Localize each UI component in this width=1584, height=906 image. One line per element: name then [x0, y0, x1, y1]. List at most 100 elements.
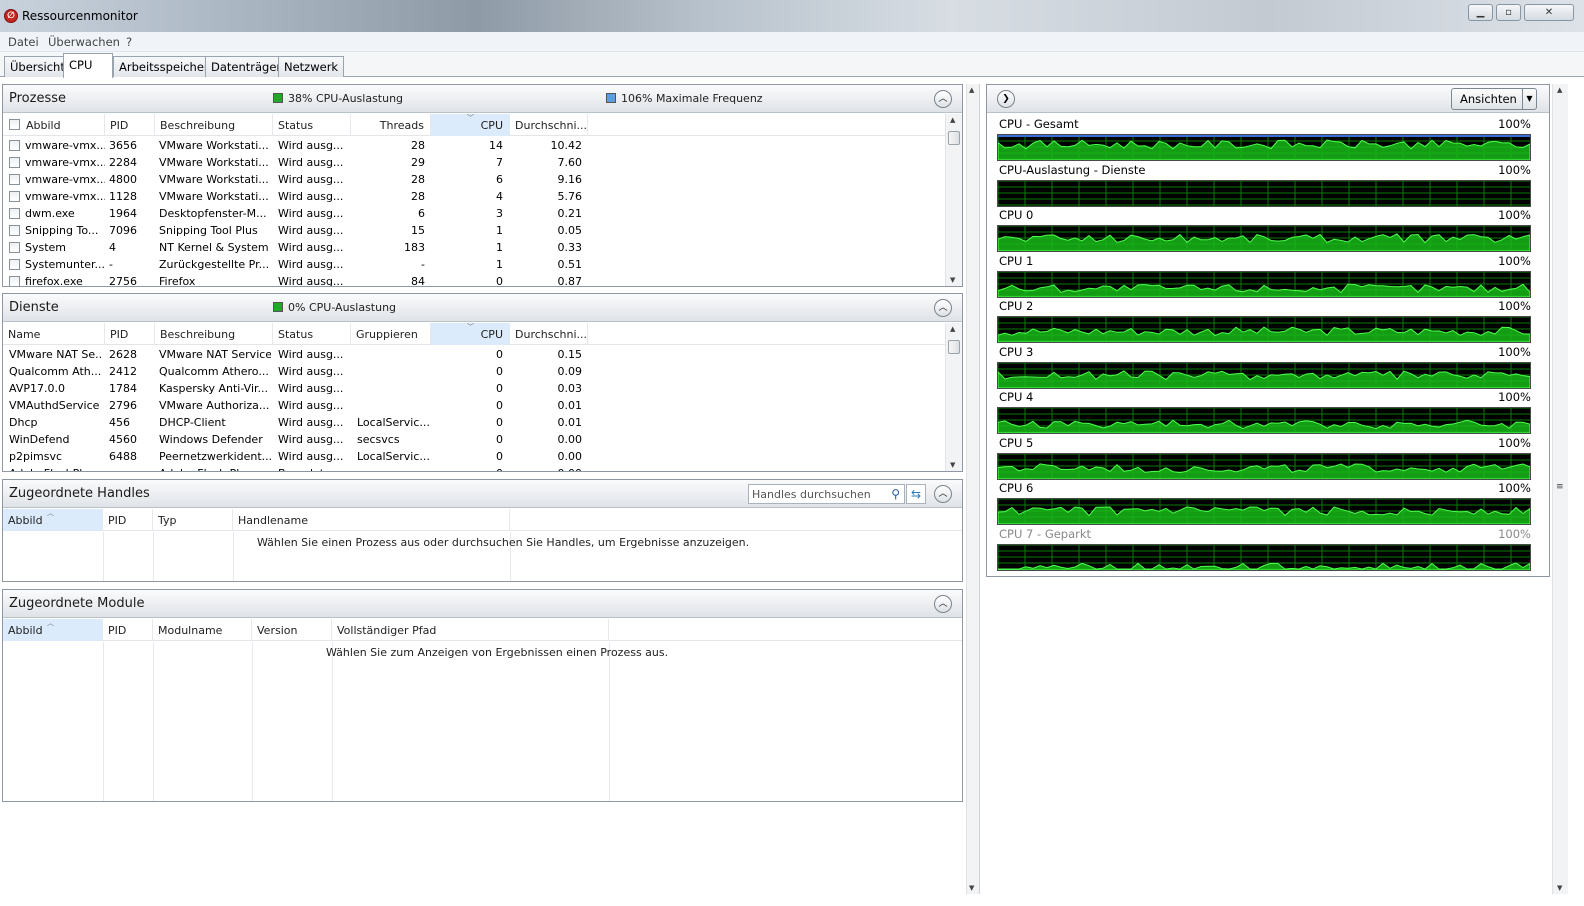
scroll-down-icon[interactable]: ▼	[1557, 884, 1562, 892]
row-checkbox[interactable]	[9, 259, 20, 270]
column-durchschnitt[interactable]: Durchschni...	[510, 323, 588, 345]
row-checkbox[interactable]	[9, 157, 20, 168]
chevron-right-icon[interactable]: ❯	[997, 90, 1015, 108]
close-button[interactable]: ✕	[1524, 4, 1574, 21]
tab-uebersicht[interactable]: Übersicht	[4, 56, 71, 77]
column-beschreibung[interactable]: Beschreibung	[155, 114, 273, 136]
column-abbild[interactable]: ︿ Abbild	[3, 619, 103, 641]
process-row[interactable]: Systemunter... - Zurückgestellte Pr... Wird…	[3, 256, 943, 273]
handles-header[interactable]: Zugeordnete Handles Handles durchsuchen …	[3, 480, 962, 508]
services-scrollbar[interactable]: ▲ ▼	[945, 323, 962, 471]
service-row[interactable]: Qualcomm Ath... 2412 Qualcomm Athero... Wir…	[3, 363, 943, 380]
scroll-up-icon[interactable]: ▲	[950, 325, 955, 333]
column-pid[interactable]: PID	[105, 323, 155, 345]
service-row[interactable]: VMAuthdService 2796 VMware Authoriza... Wir…	[3, 397, 943, 414]
service-row[interactable]: WinDefend 4560 Windows Defender Wird ausg..…	[3, 431, 943, 448]
row-checkbox[interactable]	[9, 276, 20, 286]
column-gruppieren[interactable]: Gruppieren	[351, 323, 431, 345]
search-icon[interactable]: ⚲	[891, 487, 900, 501]
row-checkbox[interactable]	[9, 225, 20, 236]
menu-datei[interactable]: Datei	[8, 35, 39, 49]
right-scrollbar[interactable]: ▲ ≡ ▼	[1552, 84, 1568, 894]
column-name[interactable]: Name	[3, 323, 105, 345]
modules-header[interactable]: Zugeordnete Module ︿	[3, 590, 962, 618]
process-row[interactable]: vmware-vmx.... 3656 VMware Workstati... Wir…	[3, 137, 943, 154]
cpu-graph	[997, 316, 1531, 343]
column-cpu[interactable]: ﹀ CPU	[431, 114, 510, 136]
column-abbild[interactable]: ︿ Abbild	[3, 509, 103, 531]
column-status[interactable]: Status	[273, 114, 351, 136]
service-row[interactable]: AdobeFlashPlay... Adobe Flash Player... Be…	[3, 465, 943, 471]
scroll-down-icon[interactable]: ▼	[950, 461, 955, 469]
collapse-up-icon[interactable]: ︿	[934, 595, 952, 613]
menu-ueberwachen[interactable]: Überwachen	[48, 35, 120, 49]
process-row[interactable]: Snipping To... 7096 Snipping Tool Plus Wird…	[3, 222, 943, 239]
column-pid[interactable]: PID	[105, 114, 155, 136]
tab-netzwerk[interactable]: Netzwerk	[278, 56, 345, 77]
process-row[interactable]: firefox.exe 2756 Firefox Wird ausg... 84 0 0.8…	[3, 273, 943, 286]
column-abbild[interactable]: Abbild	[21, 114, 105, 136]
processes-scrollbar[interactable]: ▲ ▼	[945, 114, 962, 286]
column-cpu[interactable]: ﹀ CPU	[431, 323, 510, 345]
cpu-graph	[997, 225, 1531, 252]
scroll-grip-icon[interactable]: ≡	[1556, 482, 1564, 492]
column-typ[interactable]: Typ	[153, 509, 233, 531]
collapse-up-icon[interactable]: ︿	[934, 485, 952, 503]
scroll-up-icon[interactable]: ▲	[969, 86, 974, 94]
scroll-up-icon[interactable]: ▲	[950, 116, 955, 124]
column-cpu-label: CPU	[480, 119, 503, 132]
column-divider	[252, 642, 253, 801]
process-row[interactable]: dwm.exe 1964 Desktopfenster-M... Wird ausg.…	[3, 205, 943, 222]
scroll-up-icon[interactable]: ▲	[1557, 86, 1562, 94]
main-scrollbar[interactable]: ▲ ▼	[966, 84, 980, 894]
column-status[interactable]: Status	[273, 323, 351, 345]
minimize-button[interactable]: ▁	[1468, 4, 1493, 21]
row-checkbox[interactable]	[9, 208, 20, 219]
column-durchschnitt[interactable]: Durchschni...	[510, 114, 588, 136]
column-pid[interactable]: PID	[103, 619, 153, 641]
service-row[interactable]: Dhcp 456 DHCP-Client Wird ausg... LocalServi…	[3, 414, 943, 431]
cell-beschreibung: Windows Defender	[159, 433, 263, 446]
maximize-button[interactable]: ▫	[1496, 4, 1521, 21]
select-all-checkbox[interactable]	[9, 119, 20, 130]
process-row[interactable]: vmware-vmx.... 2284 VMware Workstati... Wir…	[3, 154, 943, 171]
scroll-down-icon[interactable]: ▼	[950, 276, 955, 284]
column-beschreibung[interactable]: Beschreibung	[155, 323, 273, 345]
refresh-icon[interactable]: ⇆	[906, 484, 926, 504]
column-pid[interactable]: PID	[103, 509, 153, 531]
process-row[interactable]: vmware-vmx.... 4800 VMware Workstati... Wir…	[3, 171, 943, 188]
tab-cpu[interactable]: CPU	[63, 53, 113, 78]
views-button[interactable]: Ansichten ▼	[1451, 88, 1537, 110]
chevron-down-icon[interactable]: ▼	[1522, 89, 1536, 109]
tab-datentraeger[interactable]: Datenträger	[205, 56, 288, 77]
handles-search-input[interactable]: Handles durchsuchen ⚲	[748, 484, 905, 504]
cell-beschreibung: VMware Workstati...	[159, 173, 269, 186]
column-modulname[interactable]: Modulname	[153, 619, 252, 641]
scroll-down-icon[interactable]: ▼	[969, 884, 974, 892]
column-pfad[interactable]: Vollständiger Pfad	[332, 619, 609, 641]
process-row[interactable]: System 4 NT Kernel & System Wird ausg... 183…	[3, 239, 943, 256]
cell-cpu: 1	[496, 224, 503, 237]
scroll-thumb[interactable]	[948, 131, 960, 145]
column-handlename[interactable]: Handlename	[233, 509, 510, 531]
service-row[interactable]: AVP17.0.0 1784 Kaspersky Anti-Vir... Wird a…	[3, 380, 943, 397]
graph-label: CPU 1	[999, 253, 1034, 268]
service-row[interactable]: p2pimsvc 6488 Peernetzwerkident... Wird aus…	[3, 448, 943, 465]
tab-arbeitsspeicher[interactable]: Arbeitsspeicher	[113, 56, 215, 77]
collapse-up-icon[interactable]: ︿	[934, 90, 952, 108]
collapse-up-icon[interactable]: ︿	[934, 299, 952, 317]
column-threads[interactable]: Threads	[351, 114, 431, 136]
column-version[interactable]: Version	[252, 619, 332, 641]
process-row[interactable]: vmware-vmx.... 1128 VMware Workstati... Wir…	[3, 188, 943, 205]
cell-status: Wird ausg...	[278, 275, 344, 286]
graph-max-percent: 100%	[1498, 390, 1531, 404]
processes-header[interactable]: Prozesse 38% CPU-Auslastung 106% Maximal…	[3, 85, 962, 113]
row-checkbox[interactable]	[9, 191, 20, 202]
row-checkbox[interactable]	[9, 140, 20, 151]
scroll-thumb[interactable]	[948, 340, 960, 354]
menu-help[interactable]: ?	[126, 35, 132, 49]
services-header[interactable]: Dienste 0% CPU-Auslastung ︿	[3, 294, 962, 322]
service-row[interactable]: VMware NAT Se... 2628 VMware NAT Service Wi…	[3, 346, 943, 363]
row-checkbox[interactable]	[9, 242, 20, 253]
row-checkbox[interactable]	[9, 174, 20, 185]
